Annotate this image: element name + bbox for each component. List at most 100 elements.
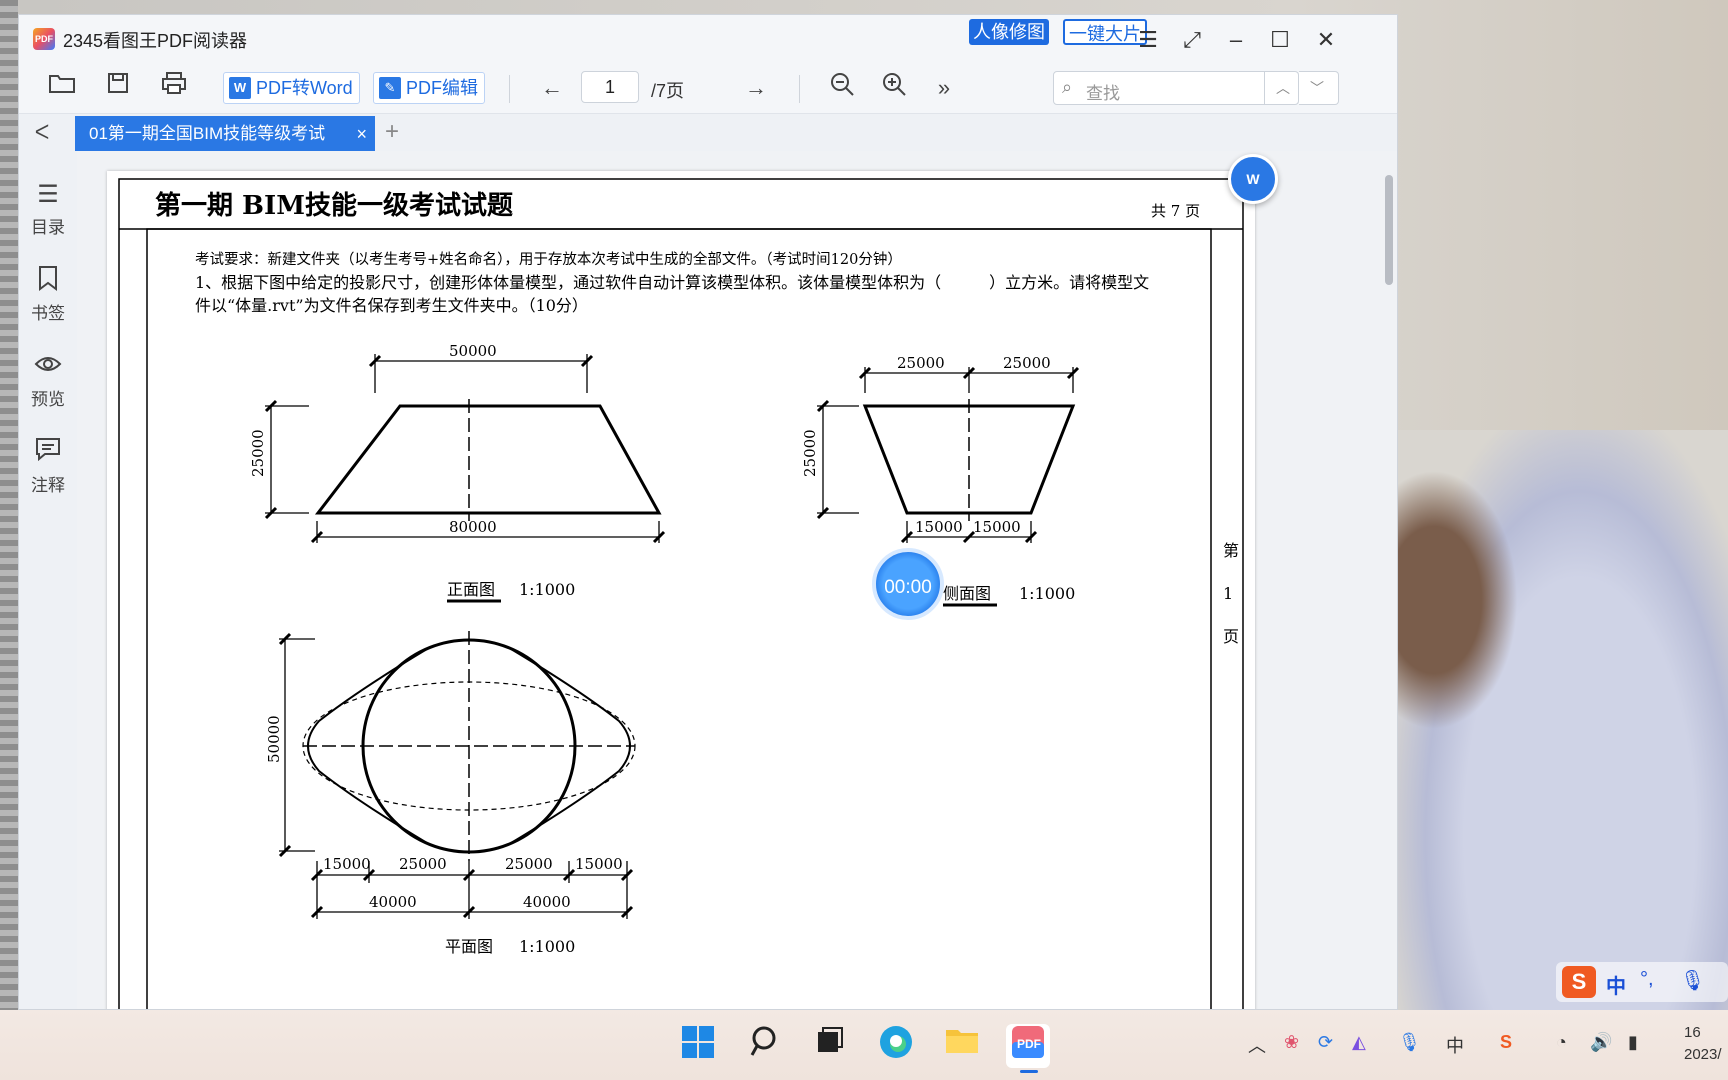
search-box[interactable]: ⌕ 查找 ︿ [1053,71,1299,105]
search-next-icon[interactable]: ﹀ [1299,72,1335,104]
pdf-to-word-button[interactable]: W PDF转Word [223,72,360,104]
search-next-button[interactable]: ﹀ [1299,71,1339,105]
doc-requirement: 考试要求：新建文件夹（以考生考号+姓名命名），用于存放本次考试中生成的全部文件。… [195,250,902,268]
side-page-label-2: 1 [1223,584,1233,603]
toolbar: W PDF转Word ✎ PDF编辑 ← 1 /7页 → » ⌕ 查找 ︿ ﹀ [19,63,1397,113]
side-height-dim: 25000 [801,429,819,477]
clock-time: 16 [1684,1024,1701,1041]
side-top-right-dim: 25000 [1003,354,1051,372]
wifi-icon[interactable]: ◔ [1556,1032,1567,1053]
toolbar-divider [509,75,510,103]
doc-page-count: 共 7 页 [1151,202,1200,220]
pdf-page: 第一期 BIM技能一级考试试题 共 7 页 考试要求：新建文件夹（以考生考号+姓… [107,171,1255,1009]
sidebar-item-annotation[interactable]: 注释 [19,437,77,496]
ime-mic-icon[interactable]: 🎙 [1680,968,1705,993]
ime-language[interactable]: 中 [1606,970,1626,999]
plan-dim-1: 15000 [323,855,371,873]
page-drawing: 第一期 BIM技能一级考试试题 共 7 页 考试要求：新建文件夹（以考生考号+姓… [118,178,1244,1009]
sidebar-item-label: 注释 [31,476,65,495]
front-view-scale: 1:1000 [519,580,575,599]
sidebar-item-bookmark[interactable]: 书签 [19,265,77,324]
battery-icon[interactable]: ▮ [1628,1032,1638,1053]
pdf-reader-taskbar-icon[interactable]: PDF [1006,1024,1050,1073]
save-icon[interactable] [101,71,135,105]
front-height-dim: 25000 [249,429,267,477]
tab-document[interactable]: 01第一期全国BIM技能等级考试 × [75,116,375,152]
tab-label: 01第一期全国BIM技能等级考试 [89,124,326,143]
zoom-out-icon[interactable] [825,71,859,105]
side-page-label-3: 页 [1223,627,1239,646]
more-tools-icon[interactable]: » [927,71,961,105]
side-page-label-1: 第 [1223,541,1239,560]
page-number-input[interactable]: 1 [581,71,639,103]
front-bottom-dim: 80000 [449,518,497,536]
tray-mic-icon[interactable]: 🎙 [1398,1032,1421,1053]
portrait-retouch-button[interactable]: 人像修图 [969,19,1049,45]
document-viewer[interactable]: 第一期 BIM技能一级考试试题 共 7 页 考试要求：新建文件夹（以考生考号+姓… [77,151,1397,1009]
plan-dim-3: 25000 [505,855,553,873]
close-tab-icon[interactable]: × [356,116,367,152]
collapse-sidebar-icon[interactable]: ᐸ [29,120,55,146]
search-prev-icon[interactable]: ︿ [1264,72,1301,104]
print-icon[interactable] [157,71,191,105]
next-page-icon[interactable]: → [739,71,773,105]
plan-view-name: 平面图 [445,937,493,956]
plan-dim-4: 15000 [575,855,623,873]
plan-dim-5: 40000 [369,893,417,911]
previous-page-icon[interactable]: ← [535,71,569,105]
search-icon: ⌕ [1062,77,1073,97]
sidebar-item-label: 目录 [31,218,65,237]
open-folder-icon[interactable] [45,71,79,105]
sidebar-item-toc[interactable]: ☰ 目录 [19,179,77,238]
taskbar: PDF ︿ ❀ ⟳ ◭ 🎙 中 S ◔ 🔊 ▮ 16 2023/ [0,1010,1728,1080]
task-view-icon[interactable] [808,1024,852,1068]
doc-question-line2: 件以“体量.rvt”为文件名保存到考生文件夹中。（10分） [195,296,588,315]
zoom-in-icon[interactable] [877,71,911,105]
sidebar-item-label: 书签 [31,304,65,323]
bookmark-icon [19,265,77,297]
tray-sync-icon[interactable]: ⟳ [1318,1032,1333,1053]
tray-ime-indicator[interactable]: 中 [1446,1032,1464,1058]
ime-toolbar[interactable]: S 中 °, 🎙 [1556,962,1728,1002]
left-sidebar: ☰ 目录 书签 预览 注释 [19,151,78,1009]
menu-icon[interactable]: ☰ [1131,25,1165,55]
tray-assistant-icon[interactable]: ◭ [1352,1032,1366,1053]
tray-app-icon[interactable]: ❀ [1284,1032,1299,1053]
edge-browser-icon[interactable] [874,1024,918,1068]
minimize-icon[interactable]: – [1219,25,1253,55]
file-explorer-icon[interactable] [940,1024,984,1068]
background-window-edge [0,0,18,1010]
pdf-edit-button[interactable]: ✎ PDF编辑 [373,72,485,104]
maximize-icon[interactable]: ☐ [1263,25,1297,55]
vertical-scrollbar[interactable] [1385,175,1393,285]
fullscreen-icon[interactable]: ⤢ [1175,25,1209,55]
plan-dim-2: 25000 [399,855,447,873]
ime-punctuation-icon[interactable]: °, [1640,968,1654,991]
word-convert-float-icon[interactable]: W [1228,154,1278,204]
side-bottom-right-dim: 15000 [973,518,1021,536]
recording-timer[interactable]: 00:00 [872,548,944,620]
clock-date: 2023/ [1684,1046,1722,1063]
volume-icon[interactable]: 🔊 [1590,1032,1612,1053]
eye-icon [19,351,77,383]
word-icon: W [229,77,251,99]
close-window-icon[interactable]: ✕ [1309,25,1343,55]
active-app-indicator [1020,1070,1038,1073]
sidebar-item-label: 预览 [31,390,65,409]
search-placeholder: 查找 [1086,84,1120,103]
plan-view [278,631,636,919]
app-logo-icon: PDF [33,28,55,50]
tray-overflow-icon[interactable]: ︿ [1248,1032,1266,1058]
pdf-reader-window: PDF 2345看图王PDF阅读器 人像修图 一键大片 ☰ ⤢ – ☐ ✕ WP… [18,14,1398,1010]
svg-text:PDF: PDF [1017,1037,1041,1051]
sidebar-item-preview[interactable]: 预览 [19,351,77,410]
pdf-edit-label: PDF编辑 [406,78,478,98]
new-tab-icon[interactable]: + [385,118,399,146]
taskbar-clock[interactable]: 16 2023/ [1684,1022,1722,1066]
search-icon[interactable] [744,1024,788,1068]
front-view [264,354,666,603]
start-icon[interactable] [676,1024,720,1068]
tray-sogou-icon[interactable]: S [1500,1032,1512,1053]
edit-icon: ✎ [379,77,401,99]
plan-height-dim: 50000 [265,715,283,763]
